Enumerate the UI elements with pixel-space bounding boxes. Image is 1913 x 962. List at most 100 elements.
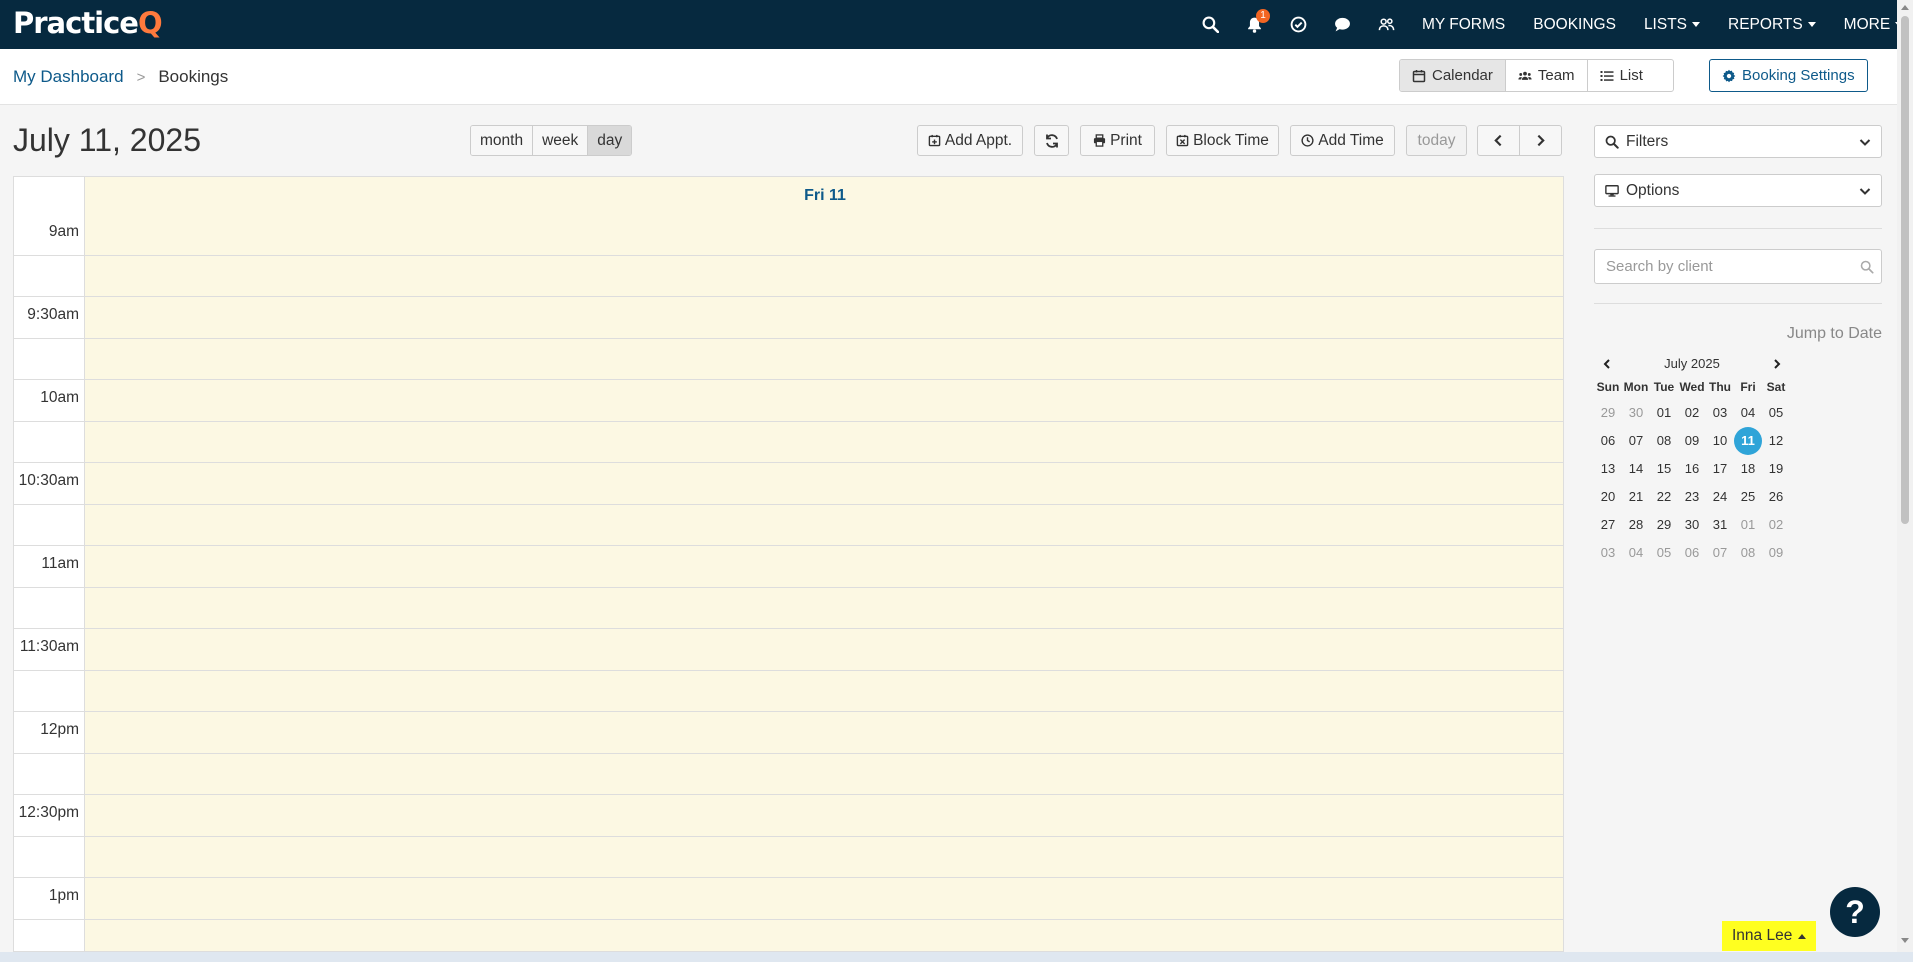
week-view-button[interactable]: week <box>533 126 589 155</box>
time-slot-cell[interactable] <box>85 878 1563 919</box>
mini-calendar-day[interactable]: 13 <box>1594 455 1622 483</box>
mini-calendar-day[interactable]: 08 <box>1734 539 1762 567</box>
client-search-input[interactable] <box>1606 258 1846 275</box>
previous-day-button[interactable] <box>1477 125 1520 156</box>
chat-icon[interactable] <box>1320 0 1364 49</box>
mini-calendar-day[interactable]: 02 <box>1678 399 1706 427</box>
refresh-button[interactable] <box>1034 125 1069 156</box>
mini-calendar-day[interactable]: 07 <box>1706 539 1734 567</box>
time-slot-cell[interactable] <box>85 504 1563 545</box>
mini-calendar-day[interactable]: 12 <box>1762 427 1790 455</box>
scrollbar-thumb[interactable] <box>1901 16 1909 524</box>
mini-calendar-day[interactable]: 04 <box>1622 539 1650 567</box>
mini-calendar-day[interactable]: 21 <box>1622 483 1650 511</box>
mini-calendar-day[interactable]: 25 <box>1734 483 1762 511</box>
mini-calendar-day[interactable]: 29 <box>1650 511 1678 539</box>
mini-calendar-day[interactable]: 30 <box>1622 399 1650 427</box>
nav-bookings[interactable]: BOOKINGS <box>1519 16 1630 34</box>
mini-calendar-day[interactable]: 09 <box>1678 427 1706 455</box>
mini-calendar-day[interactable]: 06 <box>1594 427 1622 455</box>
mini-calendar-day[interactable]: 29 <box>1594 399 1622 427</box>
mini-calendar-day[interactable]: 01 <box>1734 511 1762 539</box>
add-time-button[interactable]: Add Time <box>1290 125 1395 156</box>
time-slot-cell[interactable] <box>85 338 1563 379</box>
team-view-button[interactable]: Team <box>1506 60 1588 91</box>
list-view-button[interactable]: List <box>1588 60 1673 91</box>
mini-calendar-day[interactable]: 07 <box>1622 427 1650 455</box>
time-slot-cell[interactable] <box>85 753 1563 794</box>
add-appointment-button[interactable]: Add Appt. <box>917 125 1023 156</box>
time-slot-cell[interactable] <box>85 463 1563 504</box>
user-menu-toggle[interactable]: Inna Lee <box>1722 921 1817 951</box>
time-slot-cell[interactable] <box>85 587 1563 628</box>
time-slot-cell[interactable] <box>85 795 1563 836</box>
mini-calendar-day[interactable]: 02 <box>1762 511 1790 539</box>
help-button[interactable]: ? <box>1830 887 1880 937</box>
tasks-check-icon[interactable] <box>1276 0 1320 49</box>
mini-calendar-day[interactable]: 10 <box>1706 427 1734 455</box>
time-slot-cell[interactable] <box>85 712 1563 753</box>
mini-calendar-month-label[interactable]: July 2025 <box>1664 356 1720 371</box>
mini-calendar-day[interactable]: 17 <box>1706 455 1734 483</box>
time-slot-cell[interactable] <box>85 297 1563 338</box>
bell-icon[interactable]: 1 <box>1232 0 1276 49</box>
mini-calendar-day[interactable]: 01 <box>1650 399 1678 427</box>
time-slot-cell[interactable] <box>85 836 1563 877</box>
month-view-button[interactable]: month <box>471 126 534 155</box>
mini-calendar-day[interactable]: 09 <box>1762 539 1790 567</box>
time-slot-cell[interactable] <box>85 255 1563 296</box>
mini-calendar-day[interactable]: 04 <box>1734 399 1762 427</box>
mini-calendar-next-icon[interactable] <box>1772 359 1782 369</box>
time-slot-cell[interactable] <box>85 629 1563 670</box>
mini-calendar-day[interactable]: 28 <box>1622 511 1650 539</box>
mini-calendar-day[interactable]: 06 <box>1678 539 1706 567</box>
mini-calendar-day[interactable]: 22 <box>1650 483 1678 511</box>
search-icon[interactable] <box>1188 0 1232 49</box>
mini-calendar-day[interactable]: 24 <box>1706 483 1734 511</box>
mini-calendar-day[interactable]: 03 <box>1706 399 1734 427</box>
nav-lists-dropdown[interactable]: LISTS <box>1630 16 1714 34</box>
client-search-field[interactable] <box>1594 249 1882 284</box>
filters-dropdown[interactable]: Filters <box>1594 125 1882 158</box>
mini-calendar-day[interactable]: 19 <box>1762 455 1790 483</box>
scroll-down-arrow-icon[interactable] <box>1901 938 1909 943</box>
mini-calendar-prev-icon[interactable] <box>1602 359 1612 369</box>
nav-my-forms[interactable]: MY FORMS <box>1408 16 1519 34</box>
breadcrumb-dashboard-link[interactable]: My Dashboard <box>13 67 124 87</box>
mini-calendar-day[interactable]: 27 <box>1594 511 1622 539</box>
next-day-button[interactable] <box>1519 125 1562 156</box>
page-scrollbar[interactable] <box>1897 0 1913 952</box>
mini-calendar-day[interactable]: 03 <box>1594 539 1622 567</box>
scroll-up-arrow-icon[interactable] <box>1901 5 1909 10</box>
nav-reports-dropdown[interactable]: REPORTS <box>1714 16 1830 34</box>
options-dropdown[interactable]: Options <box>1594 174 1882 207</box>
mini-calendar-day[interactable]: 16 <box>1678 455 1706 483</box>
time-slot-cell[interactable] <box>85 546 1563 587</box>
mini-calendar-day[interactable]: 05 <box>1650 539 1678 567</box>
mini-calendar-day[interactable]: 26 <box>1762 483 1790 511</box>
time-slot-cell[interactable] <box>85 421 1563 462</box>
mini-calendar-day[interactable]: 30 <box>1678 511 1706 539</box>
block-time-button[interactable]: Block Time <box>1166 125 1279 156</box>
clients-people-icon[interactable] <box>1364 0 1408 49</box>
mini-calendar-day[interactable]: 05 <box>1762 399 1790 427</box>
print-button[interactable]: Print <box>1080 125 1155 156</box>
mini-calendar-day[interactable]: 18 <box>1734 455 1762 483</box>
mini-calendar-day[interactable]: 31 <box>1706 511 1734 539</box>
booking-settings-button[interactable]: Booking Settings <box>1709 59 1868 92</box>
today-button[interactable]: today <box>1406 125 1467 156</box>
time-slot-cell[interactable] <box>85 380 1563 421</box>
mini-calendar-day[interactable]: 20 <box>1594 483 1622 511</box>
time-slot-cell[interactable] <box>85 919 1563 951</box>
practiceq-logo[interactable]: PracticeQ <box>13 6 163 40</box>
day-view-button[interactable]: day <box>588 126 632 155</box>
mini-calendar-day[interactable]: 23 <box>1678 483 1706 511</box>
day-column-header[interactable]: Fri 11 <box>85 177 1563 214</box>
mini-calendar-day[interactable]: 15 <box>1650 455 1678 483</box>
calendar-view-button[interactable]: Calendar <box>1400 60 1506 91</box>
mini-calendar-day[interactable]: 08 <box>1650 427 1678 455</box>
time-slot-cell[interactable] <box>85 670 1563 711</box>
time-slot-cell[interactable] <box>85 214 1563 255</box>
mini-calendar-day[interactable]: 11 <box>1734 427 1762 455</box>
mini-calendar-day[interactable]: 14 <box>1622 455 1650 483</box>
